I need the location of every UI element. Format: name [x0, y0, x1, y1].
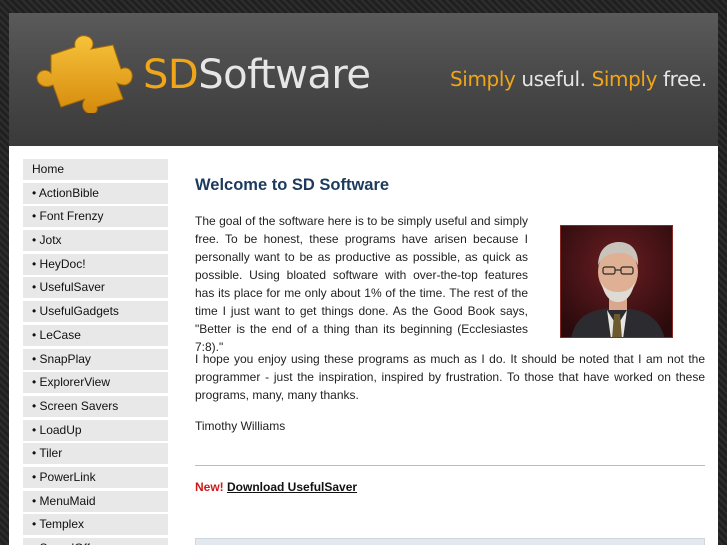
sidebar-item-explorerview[interactable]: • ExplorerView — [23, 372, 168, 394]
sidebar-item-usefulsaver[interactable]: • UsefulSaver — [23, 277, 168, 299]
portrait-photo — [560, 225, 673, 338]
puzzle-piece-icon — [36, 35, 133, 113]
sidebar-item-snapplay[interactable]: • SnapPlay — [23, 348, 168, 370]
sidebar-item-tiler[interactable]: • Tiler — [23, 443, 168, 465]
site-logo[interactable]: SDSoftware — [143, 55, 371, 95]
sidebar-item-home[interactable]: Home — [23, 159, 168, 180]
intro-paragraph: The goal of the software here is to be s… — [195, 214, 528, 354]
tagline-part: Simply — [591, 67, 663, 91]
sidebar-item-powerlink[interactable]: • PowerLink — [23, 466, 168, 488]
bottom-panel — [195, 538, 705, 545]
thanks-paragraph: I hope you enjoy using these programs as… — [195, 352, 705, 402]
sidebar-item-lecase[interactable]: • LeCase — [23, 324, 168, 346]
portrait-image — [561, 226, 672, 337]
sidebar-item-actionbible[interactable]: • ActionBible — [23, 182, 168, 204]
download-usefulsaver-link[interactable]: Download UsefulSaver — [227, 480, 357, 494]
site-header: SDSoftware Simply useful. Simply free. — [9, 13, 718, 146]
sidebar-item-speedoff[interactable]: • SpeedOff — [23, 538, 168, 545]
sidebar-item-heydoc[interactable]: • HeyDoc! — [23, 253, 168, 275]
sidebar-item-loadup[interactable]: • LoadUp — [23, 419, 168, 441]
news-line: New! Download UsefulSaver — [195, 480, 357, 494]
sidebar-nav: Home • ActionBible • Font Frenzy • Jotx • He… — [23, 159, 168, 545]
sidebar-item-screen-savers[interactable]: • Screen Savers — [23, 395, 168, 417]
tagline-part: useful. — [521, 67, 592, 91]
sidebar-item-templex[interactable]: • Templex — [23, 514, 168, 536]
sidebar-item-font-frenzy[interactable]: • Font Frenzy — [23, 206, 168, 228]
content-area: Home • ActionBible • Font Frenzy • Jotx • He… — [9, 146, 718, 545]
sidebar-item-usefulgadgets[interactable]: • UsefulGadgets — [23, 301, 168, 323]
tagline: Simply useful. Simply free. — [450, 69, 707, 89]
sidebar-item-menumaid[interactable]: • MenuMaid — [23, 490, 168, 512]
tagline-part: free. — [662, 67, 707, 91]
page-title: Welcome to SD Software — [195, 176, 390, 194]
tagline-part: Simply — [450, 67, 522, 91]
logo-software-text: Software — [198, 52, 371, 98]
signature: Timothy Williams — [195, 419, 286, 433]
sidebar-item-jotx[interactable]: • Jotx — [23, 230, 168, 252]
logo-sd-text: SD — [143, 52, 199, 98]
divider — [195, 465, 705, 466]
new-badge: New! — [195, 480, 224, 494]
